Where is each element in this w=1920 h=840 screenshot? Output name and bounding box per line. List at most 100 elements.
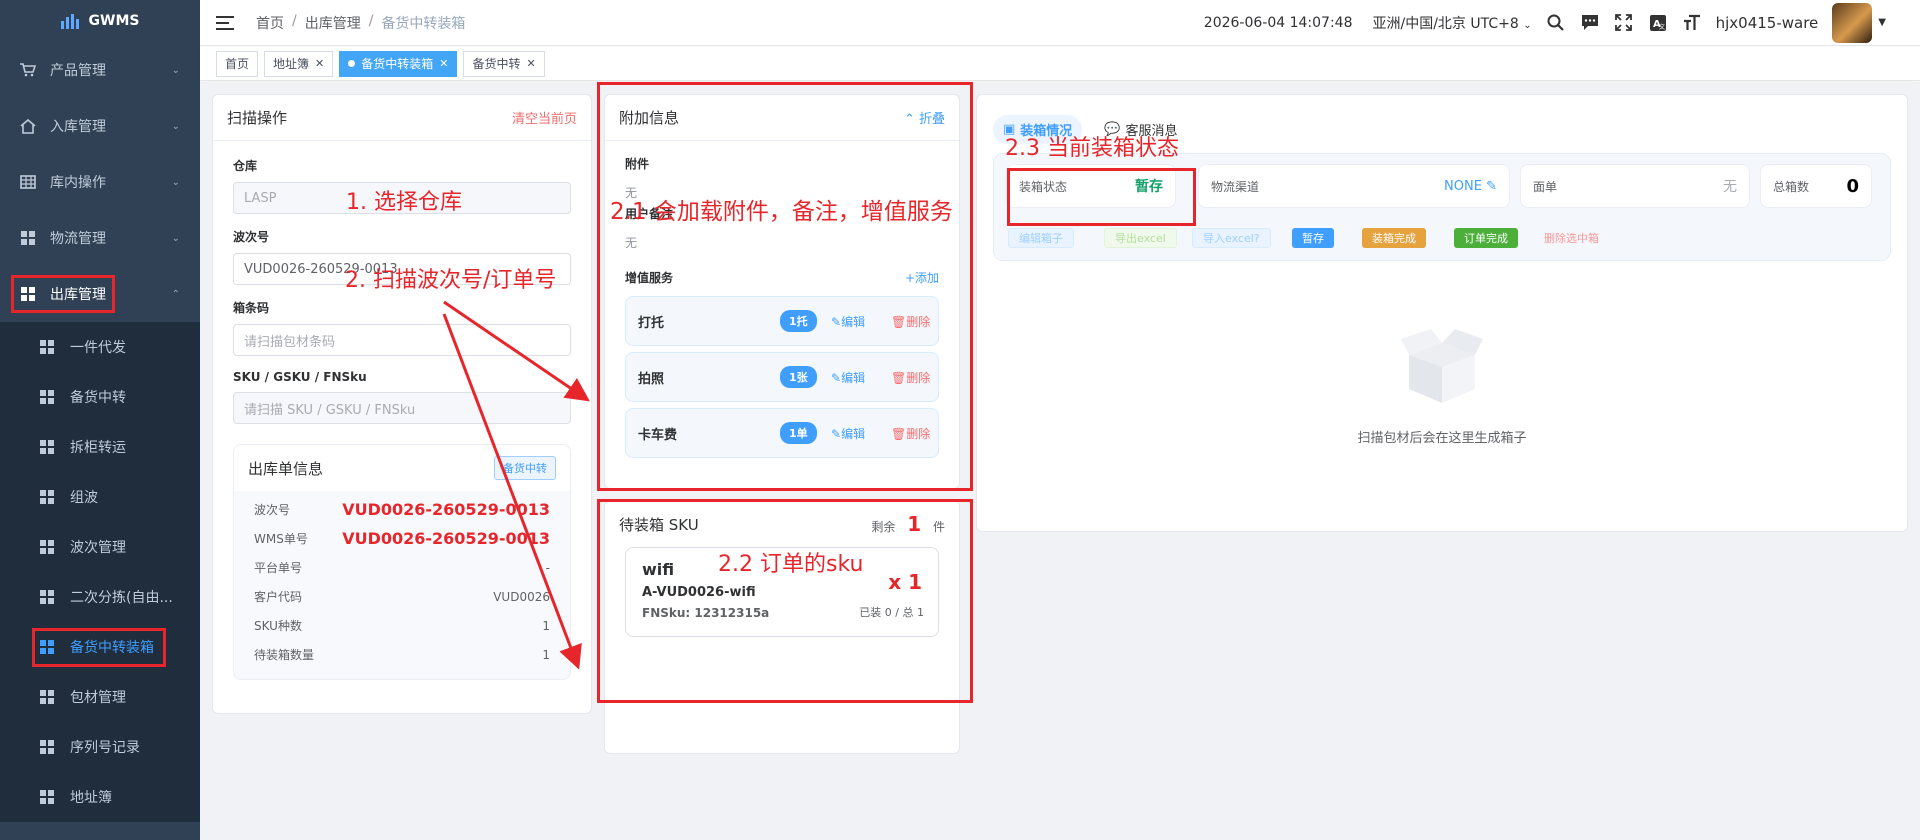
close-icon[interactable]: ✕ — [527, 57, 536, 70]
annotation-step-2-3: 2.3 当前装箱状态 — [1005, 136, 1179, 161]
edit-label: 编辑 — [841, 314, 866, 329]
boxing-complete-button[interactable]: 装箱完成 — [1362, 228, 1426, 248]
boxing-status-box: 装箱状态 暂存 物流渠道 NONE ✎ 面单 无 总箱数 0 编辑箱子 导出ex… — [993, 153, 1891, 261]
grid-icon — [40, 790, 54, 804]
submenu-item[interactable]: 拆柜转运 — [0, 422, 200, 472]
vas-quantity-badge: 1托 — [780, 310, 817, 332]
menu-toggle-icon[interactable] — [216, 15, 234, 30]
delete-selected-box-button[interactable]: 删除选中箱 — [1534, 228, 1609, 248]
close-icon[interactable]: ✕ — [439, 57, 448, 70]
vas-edit-button[interactable]: ✎编辑 — [831, 425, 865, 442]
timezone-select[interactable]: 亚洲/中国/北京 UTC+8 ⌄ — [1373, 13, 1532, 33]
breadcrumb-outbound[interactable]: 出库管理 — [305, 13, 361, 33]
submenu-item[interactable]: 包材管理 — [0, 672, 200, 722]
import-excel-button[interactable]: 导入excel? — [1192, 228, 1271, 248]
annotation-step-1: 1. 选择仓库 — [346, 190, 462, 215]
submenu-label: 备货中转 — [70, 390, 126, 406]
stat-label: 物流渠道 — [1211, 179, 1260, 194]
sidebar-item-outbound[interactable]: 出库管理 ⌃ — [0, 266, 200, 322]
submenu-item[interactable]: 序列号记录 — [0, 722, 200, 772]
vas-delete-button[interactable]: 🗑删除 — [891, 425, 930, 442]
save-draft-button[interactable]: 暂存 — [1292, 228, 1334, 248]
translate-icon[interactable]: A文 — [1648, 13, 1668, 33]
submenu-label: 备货中转装箱 — [70, 640, 154, 656]
sheet-stat: 面单 无 — [1520, 164, 1750, 208]
vas-edit-button[interactable]: ✎编辑 — [831, 313, 865, 330]
tag-home[interactable]: 首页 — [216, 50, 259, 77]
username[interactable]: hjx0415-ware — [1716, 14, 1819, 32]
scan-panel-header: 扫描操作 清空当前页 — [213, 95, 591, 141]
tag-stock-transfer[interactable]: 备货中转 ✕ — [463, 50, 545, 77]
edit-icon: ✎ — [831, 426, 842, 441]
pending-sku-title: 待装箱 SKU — [619, 515, 699, 534]
sidebar-item-warehouse-ops[interactable]: 库内操作 ⌄ — [0, 154, 200, 210]
vas-add-button[interactable]: +添加 — [905, 269, 939, 286]
message-icon[interactable] — [1580, 13, 1600, 33]
submenu-item[interactable]: 一件代发 — [0, 322, 200, 372]
stat-value: 暂存 — [1135, 179, 1163, 195]
collapse-button[interactable]: ⌃ 折叠 — [904, 108, 945, 127]
submenu-item[interactable]: 地址簿 — [0, 772, 200, 822]
wave-label: 波次号 — [233, 230, 270, 244]
fullscreen-icon[interactable] — [1614, 13, 1634, 33]
grid-icon — [40, 390, 54, 404]
submenu-item[interactable]: 备货中转 — [0, 372, 200, 422]
svg-text:文: 文 — [1659, 23, 1665, 31]
caret-down-icon[interactable]: ▼ — [1878, 17, 1886, 28]
submenu-item[interactable]: 二次分拣(自由... — [0, 572, 200, 622]
header-actions: 2026-06-04 14:07:48 亚洲/中国/北京 UTC+8 ⌄ A文 … — [1204, 2, 1886, 43]
submenu-item[interactable]: 波次管理 — [0, 522, 200, 572]
tag-boxing[interactable]: 备货中转装箱 ✕ — [339, 50, 458, 77]
search-icon[interactable] — [1546, 13, 1566, 33]
pending-sku-panel: 待装箱 SKU 剩余 1 件 wifi A-VUD0026-wifi FNSku… — [604, 500, 960, 754]
row-value: VUD0026 — [493, 589, 550, 604]
edit-icon: ✎ — [831, 370, 842, 385]
order-complete-button[interactable]: 订单完成 — [1454, 228, 1518, 248]
vas-delete-button[interactable]: 🗑删除 — [891, 313, 930, 330]
trash-icon: 🗑 — [891, 370, 907, 385]
clear-page-button[interactable]: 清空当前页 — [512, 108, 577, 127]
sidebar-item-logistics[interactable]: 物流管理 ⌄ — [0, 210, 200, 266]
app-logo[interactable]: GWMS — [0, 0, 200, 42]
tag-address-book[interactable]: 地址簿 ✕ — [264, 50, 334, 77]
sidebar-item-inbound[interactable]: 入库管理 ⌄ — [0, 98, 200, 154]
order-type-button[interactable]: 备货中转 — [494, 456, 556, 480]
edit-boxes-button[interactable]: 编辑箱子 — [1008, 228, 1074, 248]
vas-delete-button[interactable]: 🗑删除 — [891, 369, 930, 386]
export-excel-button[interactable]: 导出excel — [1104, 228, 1177, 248]
remaining-value: 1 — [907, 512, 922, 536]
extra-info-panel: 附加信息 ⌃ 折叠 附件 无 用户备注 无 增值服务 +添加 打托 1托 ✎编辑… — [604, 94, 960, 489]
avatar[interactable] — [1832, 2, 1873, 43]
grid-icon — [20, 286, 36, 302]
order-info-row: 平台单号 - — [234, 553, 570, 582]
edit-label: 编辑 — [841, 426, 866, 441]
box-barcode-label: 箱条码 — [233, 301, 270, 315]
sku-placeholder: 请扫描 SKU / GSKU / FNSku — [244, 402, 416, 418]
annotation-step-2-2: 2.2 订单的sku — [718, 552, 864, 577]
vas-name: 卡车费 — [638, 427, 678, 443]
submenu-item-active[interactable]: 备货中转装箱 — [0, 622, 200, 672]
submenu-label: 波次管理 — [70, 540, 126, 556]
chevron-down-icon: ⌄ — [171, 64, 180, 76]
channel-edit[interactable]: NONE ✎ — [1444, 179, 1497, 194]
breadcrumb-home[interactable]: 首页 — [256, 13, 284, 33]
pending-sku-header: 待装箱 SKU 剩余 1 件 — [605, 501, 959, 547]
submenu-item[interactable]: 组波 — [0, 472, 200, 522]
tag-label: 备货中转装箱 — [361, 57, 434, 71]
stat-value: 0 — [1846, 175, 1859, 197]
close-icon[interactable]: ✕ — [315, 57, 324, 70]
breadcrumb-current: 备货中转装箱 — [381, 15, 466, 32]
tag-label: 备货中转 — [472, 57, 521, 71]
warehouse-value: LASP — [244, 190, 277, 206]
grid-icon — [40, 640, 54, 654]
remaining-count: 剩余 1 件 — [871, 512, 945, 536]
sidebar-item-products[interactable]: 产品管理 ⌄ — [0, 42, 200, 98]
vas-edit-button[interactable]: ✎编辑 — [831, 369, 865, 386]
stat-value: 无 — [1723, 179, 1737, 195]
font-size-icon[interactable] — [1682, 13, 1702, 33]
cart-icon — [20, 62, 36, 78]
box-barcode-input[interactable]: 请扫描包材条码 — [233, 324, 571, 356]
sidebar-item-label: 库内操作 — [50, 175, 106, 191]
remaining-unit: 件 — [932, 520, 945, 534]
sku-input[interactable]: 请扫描 SKU / GSKU / FNSku — [233, 392, 571, 424]
